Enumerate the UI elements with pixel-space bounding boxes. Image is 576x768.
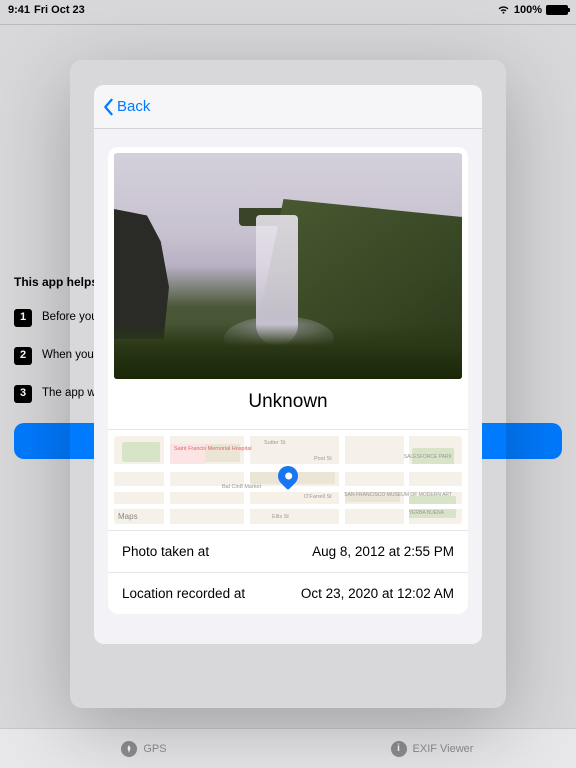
chevron-left-icon xyxy=(102,98,114,116)
modal-header: Back xyxy=(94,85,482,129)
map-attribution: Maps xyxy=(118,512,138,521)
info-label: Location recorded at xyxy=(122,586,245,601)
photo-preview[interactable] xyxy=(114,153,462,379)
back-label: Back xyxy=(117,98,150,115)
photo-detail-modal: Back Unknown xyxy=(94,85,482,644)
info-value: Aug 8, 2012 at 2:55 PM xyxy=(312,544,454,559)
map-preview[interactable]: Saint Francis Memorial Hospital Sutter S… xyxy=(114,436,462,524)
info-value: Oct 23, 2020 at 12:02 AM xyxy=(301,586,454,601)
info-label: Photo taken at xyxy=(122,544,209,559)
photo-title: Unknown xyxy=(108,379,468,429)
back-button[interactable]: Back xyxy=(102,98,150,116)
modal-overlay: Back Unknown xyxy=(0,0,576,768)
info-row-location-recorded: Location recorded at Oct 23, 2020 at 12:… xyxy=(108,572,468,614)
info-row-photo-taken: Photo taken at Aug 8, 2012 at 2:55 PM xyxy=(108,530,468,572)
photo-card: Unknown xyxy=(108,147,468,614)
info-section: Photo taken at Aug 8, 2012 at 2:55 PM Lo… xyxy=(108,530,468,614)
